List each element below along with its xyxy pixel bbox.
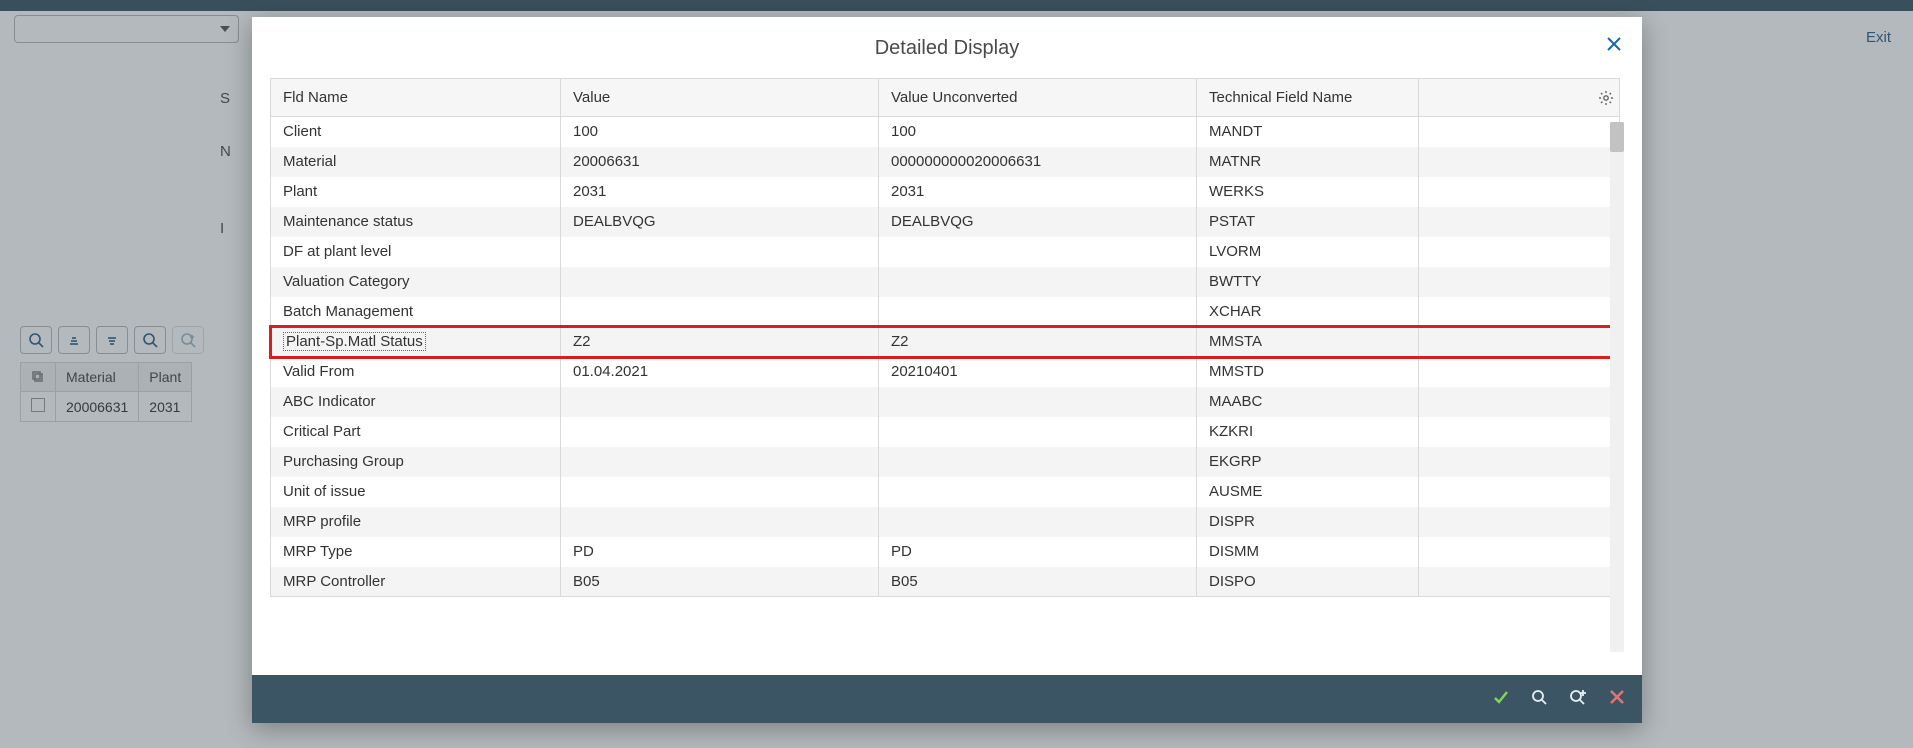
detail-row[interactable]: MRP profileDISPR xyxy=(271,507,1620,537)
detailed-display-dialog: Detailed Display Fld Name Value Value Un… xyxy=(252,17,1642,723)
detail-row[interactable]: Plant20312031WERKS xyxy=(271,177,1620,207)
scrollbar-track[interactable] xyxy=(1610,122,1624,652)
detail-row[interactable]: Purchasing GroupEKGRP xyxy=(271,447,1620,477)
detail-row[interactable]: Valuation CategoryBWTTY xyxy=(271,267,1620,297)
detail-table: Fld Name Value Value Unconverted Technic… xyxy=(270,78,1620,597)
search-plus-icon xyxy=(1568,688,1588,706)
col-spare xyxy=(1419,79,1620,117)
close-icon xyxy=(1606,36,1622,52)
detail-row[interactable]: Material20006631000000000020006631MATNR xyxy=(271,147,1620,177)
detail-row[interactable]: DF at plant levelLVORM xyxy=(271,237,1620,267)
detail-row[interactable]: Critical PartKZKRI xyxy=(271,417,1620,447)
cancel-icon xyxy=(1608,688,1626,706)
col-tech-name[interactable]: Technical Field Name xyxy=(1197,79,1419,117)
detail-row[interactable]: Plant-Sp.Matl StatusZ2Z2MMSTA xyxy=(271,327,1620,357)
scrollbar-thumb[interactable] xyxy=(1610,122,1624,152)
settings-button[interactable] xyxy=(1598,90,1614,110)
accept-button[interactable] xyxy=(1492,688,1510,711)
gear-icon xyxy=(1598,90,1614,106)
search-icon xyxy=(1530,688,1548,706)
find-next-button[interactable] xyxy=(1568,688,1588,711)
detail-row[interactable]: Unit of issueAUSME xyxy=(271,477,1620,507)
detail-row[interactable]: Valid From01.04.202120210401MMSTD xyxy=(271,357,1620,387)
close-button[interactable] xyxy=(1606,35,1622,58)
check-icon xyxy=(1492,688,1510,706)
detail-row[interactable]: Maintenance statusDEALBVQGDEALBVQGPSTAT xyxy=(271,207,1620,237)
find-button[interactable] xyxy=(1530,688,1548,711)
dialog-footer xyxy=(252,675,1642,723)
col-value[interactable]: Value xyxy=(561,79,879,117)
cancel-button[interactable] xyxy=(1608,688,1626,711)
col-fld-name[interactable]: Fld Name xyxy=(271,79,561,117)
detail-row[interactable]: Batch ManagementXCHAR xyxy=(271,297,1620,327)
detail-row[interactable]: ABC IndicatorMAABC xyxy=(271,387,1620,417)
col-value-unconverted[interactable]: Value Unconverted xyxy=(879,79,1197,117)
detail-row[interactable]: Client100100MANDT xyxy=(271,117,1620,147)
dialog-title: Detailed Display xyxy=(875,37,1020,59)
detail-row[interactable]: MRP TypePDPDDISMM xyxy=(271,537,1620,567)
detail-row[interactable]: MRP ControllerB05B05DISPO xyxy=(271,567,1620,597)
